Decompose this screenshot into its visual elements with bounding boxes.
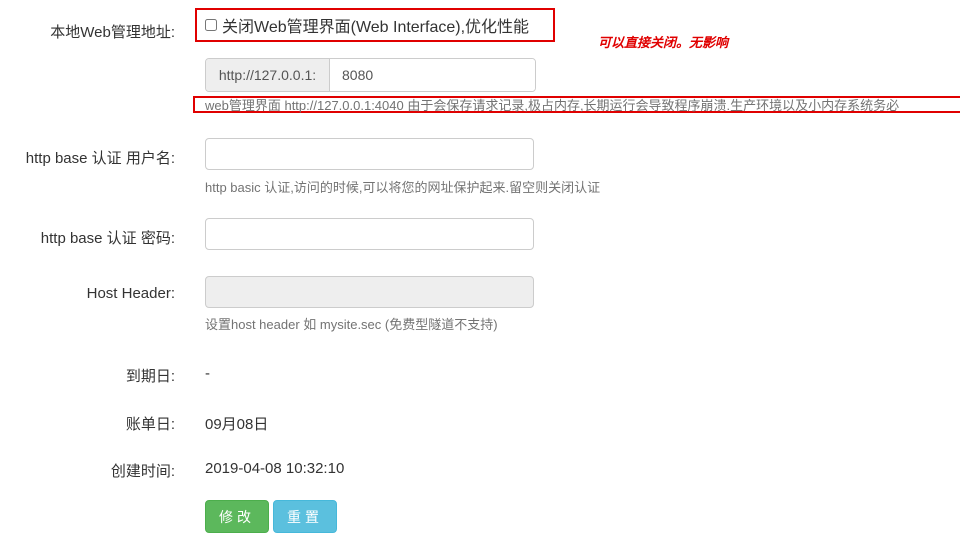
submit-button[interactable]: 修改 [205, 500, 269, 533]
host-header-label: Host Header: [86, 285, 175, 302]
auth-pass-input[interactable] [205, 218, 534, 250]
reset-button[interactable]: 重置 [273, 500, 337, 533]
auth-user-help: http basic 认证,访问的时候,可以将您的网址保护起来.留空则关闭认证 [205, 180, 601, 195]
port-input-group: http://127.0.0.1: [205, 58, 536, 92]
billing-label: 账单日: [125, 416, 175, 433]
billing-value: 09月08日 [205, 416, 269, 433]
created-value: 2019-04-08 10:32:10 [205, 460, 345, 477]
checkbox-label: 关闭Web管理界面(Web Interface),优化性能 [222, 19, 530, 36]
port-input[interactable] [330, 59, 535, 91]
web-admin-label: 本地Web管理地址: [50, 24, 175, 41]
disable-web-interface-checkbox[interactable]: 关闭Web管理界面(Web Interface),优化性能 [205, 13, 529, 37]
auth-pass-label: http base 认证 密码: [40, 230, 175, 247]
expiry-label: 到期日: [125, 368, 175, 385]
port-addon: http://127.0.0.1: [206, 59, 330, 91]
checkbox[interactable] [205, 19, 217, 31]
web-admin-help: web管理界面 http://127.0.0.1:4040 由于会保存请求记录,… [205, 98, 900, 113]
created-label: 创建时间: [110, 463, 175, 480]
host-header-help: 设置host header 如 mysite.sec (免费型隧道不支持) [205, 317, 498, 332]
host-header-input [205, 276, 534, 308]
auth-user-input[interactable] [205, 138, 534, 170]
expiry-value: - [205, 365, 210, 382]
annotation-text: 可以直接关闭。无影响 [598, 35, 729, 50]
auth-user-label: http base 认证 用户名: [25, 150, 175, 167]
